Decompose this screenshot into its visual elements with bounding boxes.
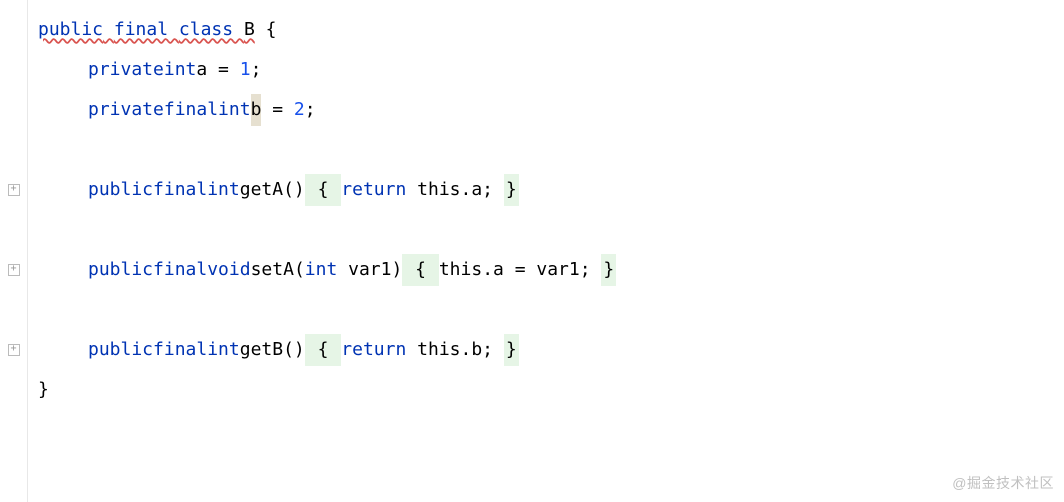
type-int: int bbox=[164, 54, 197, 86]
watermark-text: @掘金技术社区 bbox=[952, 471, 1054, 496]
fold-expand-icon[interactable] bbox=[8, 184, 20, 196]
folded-body-open: { bbox=[305, 334, 342, 366]
code-line[interactable]: public final int getB() { return this.b;… bbox=[38, 330, 1064, 370]
brace-open: { bbox=[255, 14, 277, 46]
keyword-private: private bbox=[88, 94, 164, 126]
semicolon: ; bbox=[251, 54, 262, 86]
method-getB: getB bbox=[240, 334, 283, 366]
type-int: int bbox=[218, 94, 251, 126]
method-setA: setA bbox=[251, 254, 294, 286]
fold-expand-icon[interactable] bbox=[8, 344, 20, 356]
fold-expand-icon[interactable] bbox=[8, 264, 20, 276]
params: () bbox=[283, 334, 305, 366]
keyword-class: class bbox=[179, 19, 233, 40]
editor-gutter bbox=[0, 0, 28, 502]
code-line[interactable]: public final int getA() { return this.a;… bbox=[38, 170, 1064, 210]
assign-expr: this.a = var1; bbox=[439, 254, 602, 286]
params: () bbox=[283, 174, 305, 206]
code-line[interactable]: public final class B { bbox=[38, 10, 1064, 50]
gutter-row bbox=[0, 250, 27, 290]
code-editor: public final class B { private int a = 1… bbox=[0, 0, 1064, 502]
keyword-return: return bbox=[341, 174, 406, 206]
field-b: b bbox=[251, 94, 262, 126]
return-expr: this.a; bbox=[406, 174, 504, 206]
equals: = bbox=[207, 54, 240, 86]
code-line-blank[interactable] bbox=[38, 210, 1064, 250]
paren-close: ) bbox=[391, 254, 402, 286]
gutter-row bbox=[0, 130, 27, 170]
folded-body-open: { bbox=[305, 174, 342, 206]
keyword-final: final bbox=[153, 174, 207, 206]
keyword-public: public bbox=[88, 254, 153, 286]
return-expr: this.b; bbox=[406, 334, 504, 366]
number-literal: 2 bbox=[294, 94, 305, 126]
folded-body-close: } bbox=[504, 174, 519, 206]
param-var1: var1 bbox=[337, 254, 391, 286]
gutter-row bbox=[0, 10, 27, 50]
code-line[interactable]: } bbox=[38, 370, 1064, 410]
paren-open: ( bbox=[294, 254, 305, 286]
gutter-row bbox=[0, 370, 27, 410]
code-area[interactable]: public final class B { private int a = 1… bbox=[28, 0, 1064, 502]
method-getA: getA bbox=[240, 174, 283, 206]
folded-body-open: { bbox=[402, 254, 439, 286]
keyword-final: final bbox=[164, 94, 218, 126]
number-literal: 1 bbox=[240, 54, 251, 86]
code-line[interactable]: private int a = 1; bbox=[38, 50, 1064, 90]
type-void: void bbox=[207, 254, 250, 286]
gutter-row bbox=[0, 170, 27, 210]
type-int: int bbox=[207, 334, 240, 366]
keyword-return: return bbox=[341, 334, 406, 366]
folded-body-close: } bbox=[504, 334, 519, 366]
code-line-blank[interactable] bbox=[38, 130, 1064, 170]
keyword-public: public bbox=[88, 334, 153, 366]
type-int: int bbox=[207, 174, 240, 206]
gutter-row bbox=[0, 330, 27, 370]
caret-line-highlight bbox=[28, 460, 1064, 500]
field-a: a bbox=[196, 54, 207, 86]
gutter-row bbox=[0, 90, 27, 130]
vertical-scrollbar[interactable] bbox=[1058, 0, 1064, 502]
code-line-blank[interactable] bbox=[38, 290, 1064, 330]
keyword-final: final bbox=[114, 19, 168, 40]
code-line[interactable]: private final int b = 2; bbox=[38, 90, 1064, 130]
keyword-public: public bbox=[88, 174, 153, 206]
code-line[interactable]: public final void setA(int var1) { this.… bbox=[38, 250, 1064, 290]
equals: = bbox=[261, 94, 294, 126]
type-int: int bbox=[305, 254, 338, 286]
keyword-private: private bbox=[88, 54, 164, 86]
gutter-row bbox=[0, 50, 27, 90]
gutter-row bbox=[0, 210, 27, 250]
keyword-public: public bbox=[38, 19, 103, 40]
gutter-row bbox=[0, 290, 27, 330]
keyword-final: final bbox=[153, 254, 207, 286]
class-name: B bbox=[244, 19, 255, 40]
brace-close: } bbox=[38, 374, 49, 406]
folded-body-close: } bbox=[601, 254, 616, 286]
keyword-final: final bbox=[153, 334, 207, 366]
semicolon: ; bbox=[305, 94, 316, 126]
